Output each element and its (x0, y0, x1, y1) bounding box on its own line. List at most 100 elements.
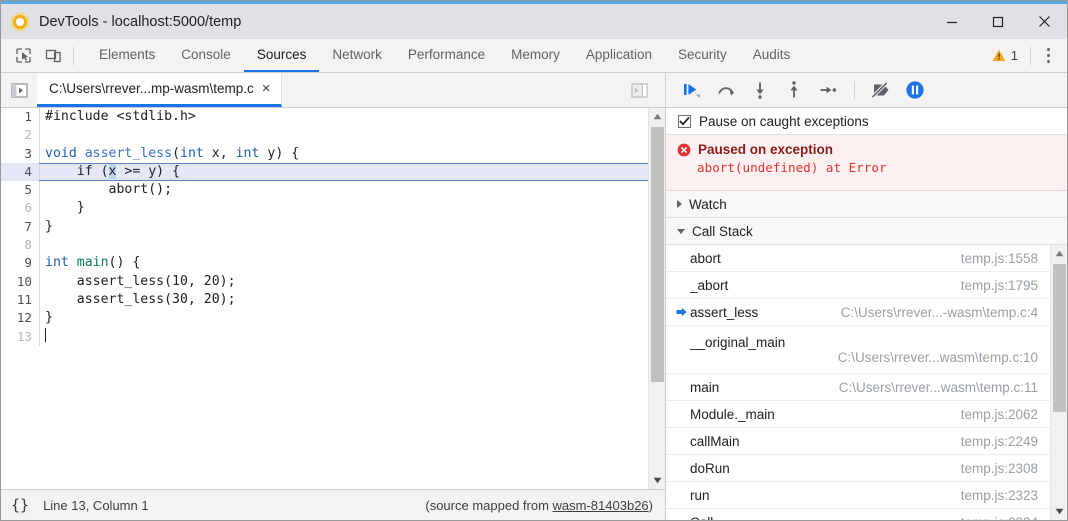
paused-on-exception-banner: Paused on exception abort(undefined) at … (666, 135, 1067, 191)
pause-on-caught-exceptions-row[interactable]: Pause on caught exceptions (666, 108, 1067, 135)
code-editor[interactable]: 1 #include <stdlib.h> 2 3 void assert_le… (1, 108, 648, 489)
call-stack-row[interactable]: abort temp.js:1558 (666, 245, 1050, 272)
call-stack-row-selected[interactable]: assert_less C:\Users\rrever...-wasm\temp… (666, 299, 1050, 326)
debugger-scrollbar-thumb[interactable] (1053, 264, 1066, 412)
file-tab-temp-c[interactable]: C:\Users\rrever...mp-wasm\temp.c × (37, 73, 282, 107)
exception-header: Paused on exception (677, 142, 1057, 157)
scroll-up-icon[interactable] (649, 108, 666, 125)
code-text (40, 126, 648, 144)
frame-name: run (690, 488, 710, 503)
watch-section-header[interactable]: Watch (666, 191, 1067, 218)
tab-audits[interactable]: Audits (740, 39, 804, 72)
tab-sources[interactable]: Sources (244, 39, 320, 72)
scroll-up-icon[interactable] (1051, 245, 1068, 262)
close-button[interactable] (1021, 4, 1067, 39)
scroll-down-icon[interactable] (649, 472, 666, 489)
editor-scrollbar-thumb[interactable] (651, 127, 664, 382)
cursor-position-label: Line 13, Column 1 (43, 498, 149, 513)
tab-application[interactable]: Application (573, 39, 665, 72)
tab-console[interactable]: Console (168, 39, 244, 72)
code-token-int2: int (236, 146, 260, 161)
inspect-element-icon[interactable] (9, 43, 37, 69)
device-toolbar-icon[interactable] (39, 43, 67, 69)
line-number: 4 (1, 163, 39, 181)
code-editor-wrap: 1 #include <stdlib.h> 2 3 void assert_le… (1, 108, 665, 489)
code-line-7: 7 } (1, 218, 648, 236)
call-stack-section-header[interactable]: Call Stack (666, 218, 1067, 245)
step-out-button[interactable] (782, 78, 806, 102)
source-map-note: (source mapped from wasm-81403b26) (425, 498, 653, 513)
warning-count: 1 (1011, 48, 1018, 63)
call-stack-scroll-area: abort temp.js:1558 _abort temp.js:1795 a… (666, 245, 1067, 520)
frame-name: main (690, 380, 719, 395)
pretty-print-icon[interactable]: {} (11, 496, 29, 514)
frame-name: _abort (690, 278, 728, 293)
pause-on-caught-checkbox[interactable] (678, 115, 691, 128)
code-text (40, 236, 648, 254)
call-stack-row[interactable]: Module._main temp.js:2062 (666, 401, 1050, 428)
code-token-fnname: assert_less (85, 146, 172, 161)
call-stack-row[interactable]: run temp.js:2323 (666, 482, 1050, 509)
deactivate-breakpoints-button[interactable] (869, 78, 893, 102)
line-number: 6 (1, 199, 39, 217)
tab-network[interactable]: Network (319, 39, 395, 72)
frame-location: C:\Users\rrever...wasm\temp.c:11 (839, 380, 1038, 395)
scroll-down-icon[interactable] (1051, 503, 1068, 520)
toolbar-divider-2 (1030, 47, 1031, 65)
step-over-button[interactable] (714, 78, 738, 102)
frame-location: temp.js:2062 (961, 407, 1038, 422)
line-number: 8 (1, 236, 39, 254)
code-line-10: 10 assert_less(10, 20); (1, 273, 648, 291)
code-token-cond: >= y) { (116, 164, 180, 179)
chevron-down-icon (677, 229, 685, 234)
resume-script-execution-button[interactable] (680, 78, 704, 102)
warning-triangle-icon (992, 49, 1006, 62)
show-debugger-sidebar-icon[interactable] (621, 83, 657, 98)
tab-memory[interactable]: Memory (498, 39, 573, 72)
frame-name: doRun (690, 461, 730, 476)
call-stack-row[interactable]: doRun temp.js:2308 (666, 455, 1050, 482)
code-text (40, 328, 648, 346)
show-navigator-icon[interactable] (1, 73, 37, 107)
call-stack-row[interactable]: __original_main C:\Users\rrever...wasm\t… (666, 326, 1050, 374)
minimize-button[interactable] (929, 4, 975, 39)
line-number: 5 (1, 181, 39, 199)
frame-location: C:\Users\rrever...-wasm\temp.c:4 (841, 305, 1038, 320)
tab-performance[interactable]: Performance (395, 39, 498, 72)
code-text: void assert_less(int x, int y) { (40, 145, 648, 163)
line-number: 7 (1, 218, 39, 236)
code-line-11: 11 assert_less(30, 20); (1, 291, 648, 309)
frame-location: temp.js:1795 (961, 278, 1038, 293)
file-tab-close-icon[interactable]: × (262, 81, 271, 96)
debugger-scrollbar[interactable] (1050, 245, 1067, 520)
frame-name: Call (690, 509, 713, 520)
window-title: DevTools - localhost:5000/temp (39, 14, 241, 30)
code-text: } (40, 309, 648, 327)
watch-section-label: Watch (689, 197, 727, 212)
line-number: 3 (1, 145, 39, 163)
source-map-link[interactable]: wasm-81403b26 (553, 498, 649, 513)
current-frame-arrow-icon (676, 307, 690, 317)
call-stack-row[interactable]: Call temp.js:2334 (666, 509, 1050, 520)
kebab-menu-icon[interactable] (1037, 44, 1059, 68)
step-into-button[interactable] (748, 78, 772, 102)
call-stack-row[interactable]: callMain temp.js:2249 (666, 428, 1050, 455)
chevron-right-icon (677, 200, 682, 208)
toolbar-divider (73, 47, 74, 65)
tab-security[interactable]: Security (665, 39, 740, 72)
exception-detail: abort(undefined) at Error (677, 160, 1057, 175)
code-text: assert_less(30, 20); (40, 291, 648, 309)
editor-scrollbar[interactable] (648, 108, 665, 489)
maximize-button[interactable] (975, 4, 1021, 39)
frame-location: temp.js:1558 (961, 251, 1038, 266)
file-tab-label: C:\Users\rrever...mp-wasm\temp.c (49, 81, 254, 96)
call-stack-section-label: Call Stack (692, 224, 753, 239)
code-line-1: 1 #include <stdlib.h> (1, 108, 648, 126)
step-button[interactable] (816, 78, 840, 102)
call-stack-row[interactable]: _abort temp.js:1795 (666, 272, 1050, 299)
warning-indicator[interactable]: 1 (986, 48, 1024, 63)
pause-on-exceptions-button[interactable] (903, 78, 927, 102)
tab-elements[interactable]: Elements (86, 39, 168, 72)
call-stack-row[interactable]: main C:\Users\rrever...wasm\temp.c:11 (666, 374, 1050, 401)
error-circle-icon (677, 143, 691, 157)
